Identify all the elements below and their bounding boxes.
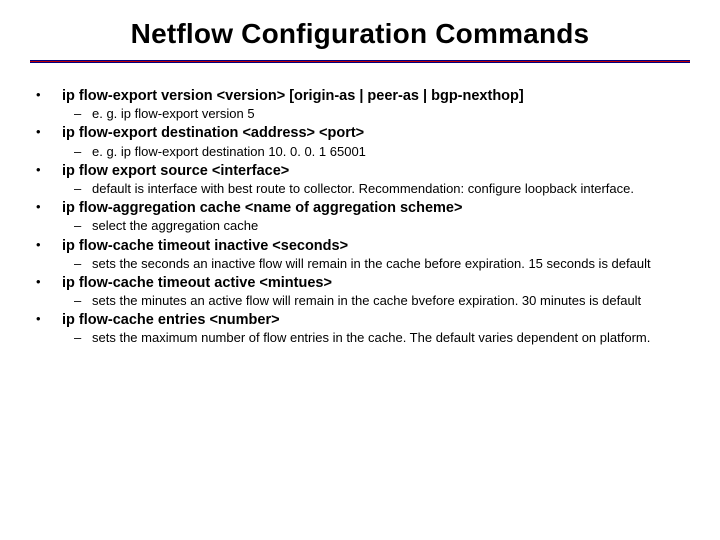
command-text: ip flow-cache timeout active <mintues> — [62, 274, 690, 292]
command-text: ip flow export source <interface> — [62, 162, 690, 180]
list-item: • ip flow-cache entries <number> – sets … — [34, 311, 690, 346]
bullet-dot: • — [34, 162, 62, 178]
sub-text: sets the maximum number of flow entries … — [92, 330, 690, 346]
sub-dash: – — [74, 330, 92, 346]
bullet-dot: • — [34, 237, 62, 253]
bullet-list: • ip flow-export version <version> [orig… — [30, 87, 690, 347]
list-item: • ip flow-export version <version> [orig… — [34, 87, 690, 122]
list-item: • ip flow-export destination <address> <… — [34, 124, 690, 159]
command-text: ip flow-export version <version> [origin… — [62, 87, 690, 105]
list-item: • ip flow-cache timeout active <mintues>… — [34, 274, 690, 309]
command-text: ip flow-cache timeout inactive <seconds> — [62, 237, 690, 255]
sub-text: sets the minutes an active flow will rem… — [92, 293, 690, 309]
list-item: • ip flow-cache timeout inactive <second… — [34, 237, 690, 272]
sub-text: default is interface with best route to … — [92, 181, 690, 197]
sub-dash: – — [74, 218, 92, 234]
sub-dash: – — [74, 144, 92, 160]
sub-dash: – — [74, 293, 92, 309]
list-item: • ip flow export source <interface> – de… — [34, 162, 690, 197]
sub-text: sets the seconds an inactive flow will r… — [92, 256, 690, 272]
command-text: ip flow-export destination <address> <po… — [62, 124, 690, 142]
bullet-dot: • — [34, 199, 62, 215]
title-rule — [30, 60, 690, 63]
command-text: ip flow-cache entries <number> — [62, 311, 690, 329]
sub-text: select the aggregation cache — [92, 218, 690, 234]
sub-dash: – — [74, 256, 92, 272]
sub-text: e. g. ip flow-export version 5 — [92, 106, 690, 122]
slide-title: Netflow Configuration Commands — [30, 18, 690, 50]
bullet-dot: • — [34, 124, 62, 140]
bullet-dot: • — [34, 311, 62, 327]
bullet-dot: • — [34, 87, 62, 103]
sub-text: e. g. ip flow-export destination 10. 0. … — [92, 144, 690, 160]
sub-dash: – — [74, 181, 92, 197]
bullet-dot: • — [34, 274, 62, 290]
sub-dash: – — [74, 106, 92, 122]
list-item: • ip flow-aggregation cache <name of agg… — [34, 199, 690, 234]
command-text: ip flow-aggregation cache <name of aggre… — [62, 199, 690, 217]
